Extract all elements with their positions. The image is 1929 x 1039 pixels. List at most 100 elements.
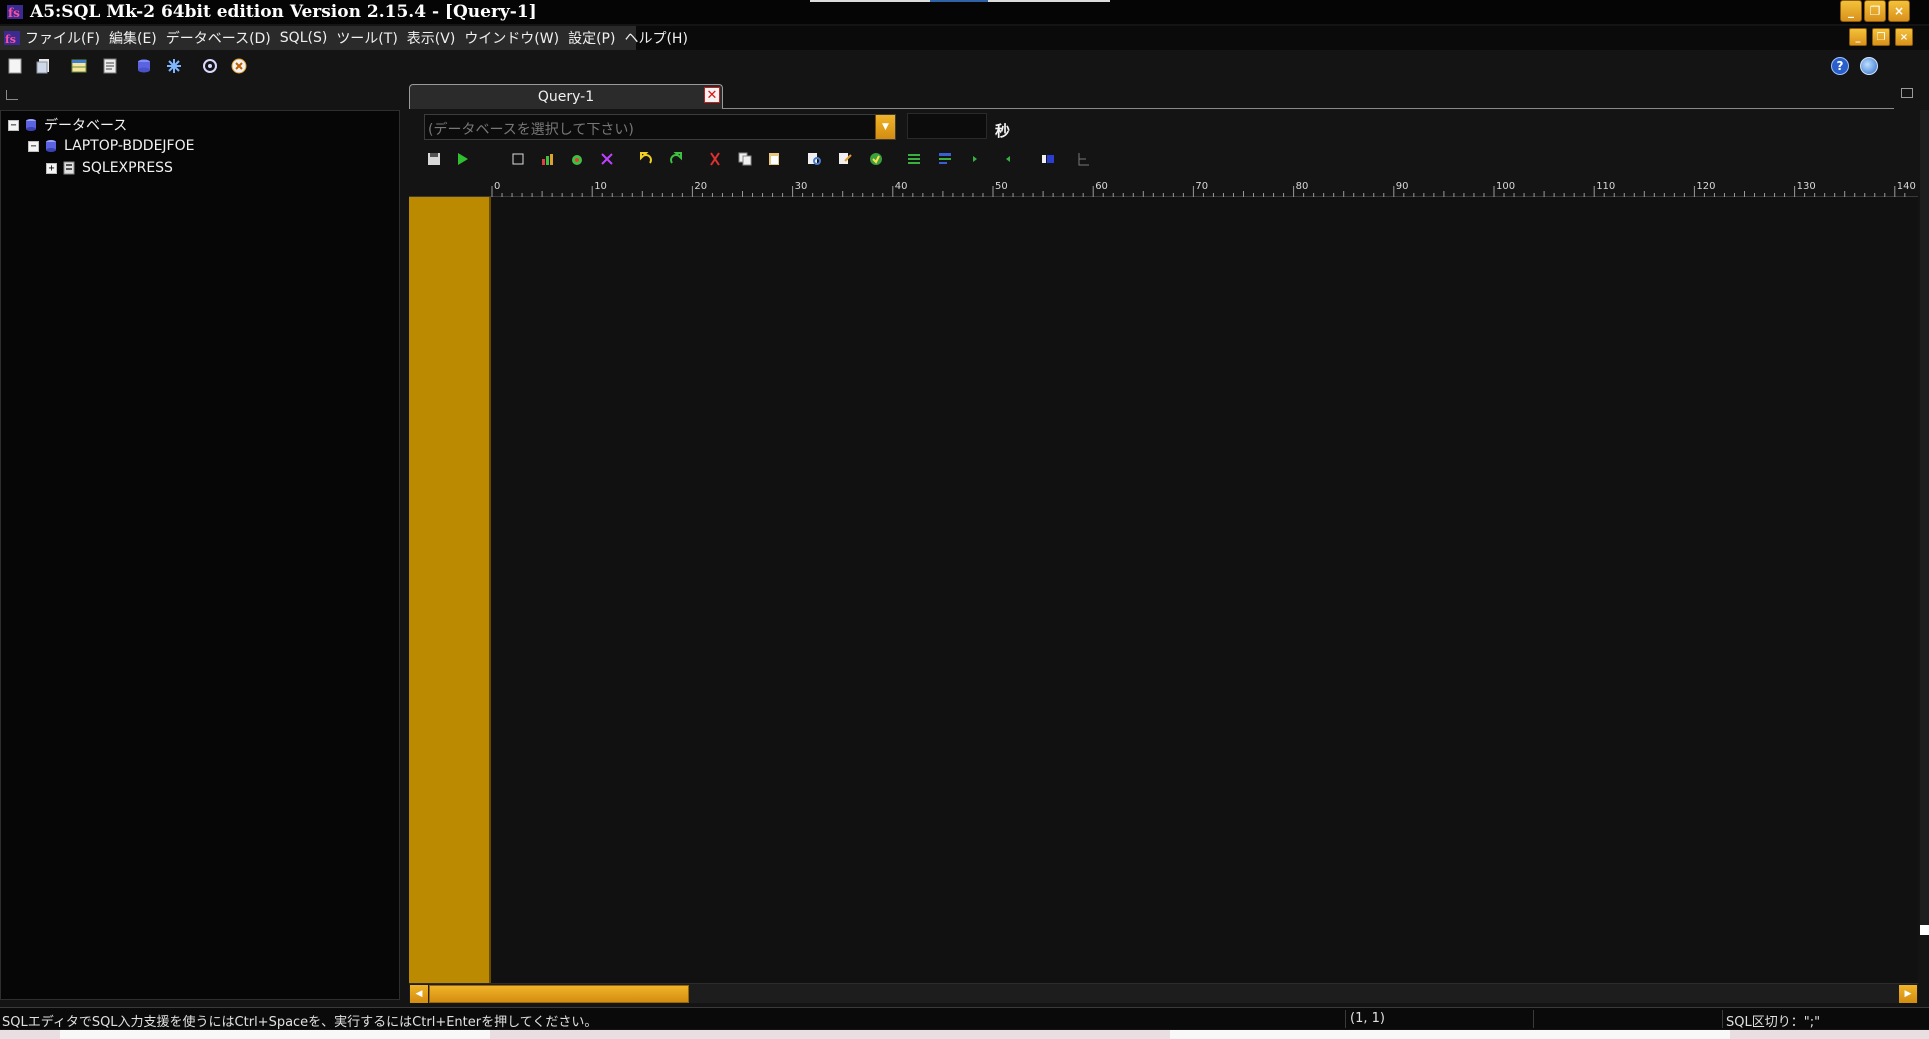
execute-icon[interactable] xyxy=(455,151,471,167)
chevron-down-icon[interactable]: ▼ xyxy=(875,115,895,139)
sql-editor[interactable] xyxy=(491,197,1918,984)
ruler-label: 130 xyxy=(1797,181,1816,192)
query-toolbar xyxy=(409,147,1919,175)
seconds-label: 秒 xyxy=(995,122,1011,140)
column-mode-icon[interactable] xyxy=(1040,151,1056,167)
main-toolbar: ? xyxy=(0,52,1929,82)
status-bar: SQLエディタでSQL入力支援を使うにはCtrl+Spaceを、実行するにはCt… xyxy=(0,1007,1929,1030)
save-icon[interactable] xyxy=(426,151,442,167)
window-title: A5:SQL Mk-2 64bit edition Version 2.15.4… xyxy=(30,2,537,22)
menu-file[interactable]: ファイル(F) xyxy=(25,28,100,48)
database-select-placeholder: (データベースを選択して下さい) xyxy=(428,122,634,138)
plan-icon[interactable] xyxy=(540,151,556,167)
tree-view-icon[interactable] xyxy=(1076,151,1092,167)
status-message: SQLエディタでSQL入力支援を使うにはCtrl+Spaceを、実行するにはCt… xyxy=(2,1015,598,1030)
at-icon[interactable] xyxy=(202,58,218,74)
timeout-input[interactable] xyxy=(907,113,987,139)
ruler-label: 80 xyxy=(1296,181,1309,192)
cursor-position: (1, 1) xyxy=(1350,1011,1385,1026)
database-icon xyxy=(26,119,36,131)
menu-database[interactable]: データベース(D) xyxy=(166,28,271,48)
menu-settings[interactable]: 設定(P) xyxy=(568,28,615,48)
tab-strip-line xyxy=(722,108,1894,109)
tab-close-icon[interactable]: ✕ xyxy=(704,87,720,103)
tab-list-icon[interactable] xyxy=(1901,88,1913,98)
line-number-gutter xyxy=(409,197,489,984)
stop-icon[interactable] xyxy=(510,151,526,167)
redo-icon[interactable] xyxy=(668,151,684,167)
cut-icon[interactable] xyxy=(707,151,723,167)
mdi-restore-button[interactable]: ❐ xyxy=(1872,28,1890,46)
tree-node-databases[interactable]: − データベース xyxy=(8,115,127,135)
expand-icon[interactable]: + xyxy=(46,162,57,174)
ruler-label: 70 xyxy=(1195,181,1208,192)
tree-node-instance[interactable]: + SQLEXPRESS xyxy=(46,158,173,178)
ruler-label: 140 xyxy=(1897,181,1916,192)
help-icon[interactable]: ? xyxy=(1831,57,1849,75)
ruler-label: 10 xyxy=(594,181,607,192)
ruler-label: 20 xyxy=(694,181,707,192)
list-icon[interactable] xyxy=(906,151,922,167)
tree-label-server: LAPTOP-BDDEJFOE xyxy=(64,138,195,154)
document-menu-icon[interactable]: fs xyxy=(4,30,20,46)
replace-icon[interactable] xyxy=(837,151,853,167)
open-file-icon[interactable] xyxy=(36,58,52,74)
ruler-label: 120 xyxy=(1696,181,1715,192)
tree-node-server[interactable]: − LAPTOP-BDDEJFOE xyxy=(28,136,194,156)
title-bar: fs A5:SQL Mk-2 64bit edition Version 2.1… xyxy=(0,0,1929,24)
minimize-button[interactable]: _ xyxy=(1840,0,1862,22)
ruler-label: 0 xyxy=(494,181,500,192)
mdi-close-button[interactable]: × xyxy=(1895,28,1913,46)
panel-pin-icon[interactable] xyxy=(6,90,18,100)
tree-label-instance: SQLEXPRESS xyxy=(82,160,173,176)
bookmark-icon[interactable] xyxy=(868,151,884,167)
close-circle-icon[interactable] xyxy=(231,58,247,74)
ruler-label: 100 xyxy=(1496,181,1515,192)
ruler-label: 90 xyxy=(1396,181,1409,192)
collapse-icon[interactable]: − xyxy=(8,119,19,131)
collapse-icon[interactable]: − xyxy=(28,140,39,152)
scroll-right-icon[interactable]: ▶ xyxy=(1899,985,1917,1003)
script-icon[interactable] xyxy=(102,58,118,74)
scroll-left-icon[interactable]: ◀ xyxy=(410,985,428,1003)
menu-view[interactable]: 表示(V) xyxy=(407,28,456,48)
horizontal-scrollbar[interactable]: ◀ ▶ xyxy=(409,983,1918,1003)
paste-icon[interactable] xyxy=(766,151,782,167)
scrollbar-thumb[interactable] xyxy=(429,985,689,1003)
close-window-button[interactable]: × xyxy=(1888,0,1910,22)
menu-window[interactable]: ウインドウ(W) xyxy=(464,28,559,48)
table-icon[interactable] xyxy=(71,58,87,74)
menu-tools[interactable]: ツール(T) xyxy=(336,28,397,48)
status-separator xyxy=(1345,1010,1346,1028)
explain-icon[interactable] xyxy=(569,151,585,167)
menu-edit[interactable]: 編集(E) xyxy=(109,28,157,48)
next-arrow-icon[interactable] xyxy=(967,151,983,167)
restore-button[interactable]: ❐ xyxy=(1864,0,1886,22)
server-database-icon xyxy=(46,140,56,152)
ruler-ticks: 0 10 20 30 40 50 60 70 80 90 100 110 120 130 140 xyxy=(491,181,1916,197)
database-icon[interactable] xyxy=(136,58,152,74)
ruler-label: 110 xyxy=(1596,181,1615,192)
indent-icon[interactable] xyxy=(937,151,953,167)
ruler-label: 40 xyxy=(895,181,908,192)
svg-text:fs: fs xyxy=(5,33,16,46)
new-document-icon[interactable] xyxy=(7,58,23,74)
taskbar-strip xyxy=(0,1030,1929,1039)
ruler-label: 60 xyxy=(1095,181,1108,192)
status-separator xyxy=(1533,1010,1534,1028)
mdi-minimize-button[interactable]: _ xyxy=(1849,28,1867,46)
ruler-label: 50 xyxy=(995,181,1008,192)
globe-icon[interactable] xyxy=(1860,57,1878,75)
find-icon[interactable] xyxy=(806,151,822,167)
format-icon[interactable] xyxy=(599,151,615,167)
database-select[interactable]: (データベースを選択して下さい) ▼ xyxy=(424,114,896,140)
menu-help[interactable]: ヘルプ(H) xyxy=(624,28,687,48)
snowflake-icon[interactable] xyxy=(166,58,182,74)
undo-icon[interactable] xyxy=(638,151,654,167)
prev-arrow-icon[interactable] xyxy=(1000,151,1016,167)
menu-sql[interactable]: SQL(S) xyxy=(280,30,328,46)
status-separator xyxy=(1722,1010,1723,1028)
copy-icon[interactable] xyxy=(737,151,753,167)
vertical-scrollbar[interactable] xyxy=(1920,110,1929,935)
tab-query-1[interactable]: Query-1 xyxy=(409,84,723,109)
